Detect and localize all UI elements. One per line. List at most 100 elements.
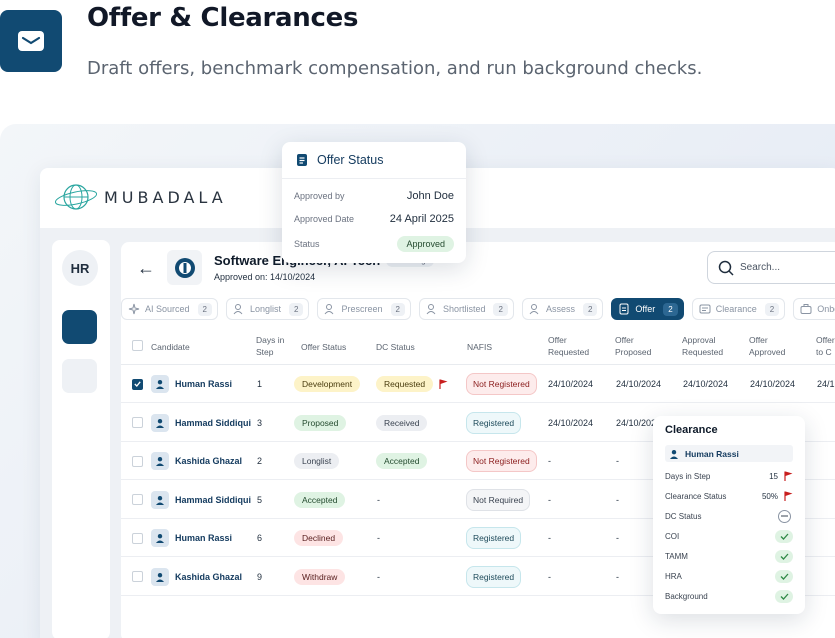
header-candidate: Candidate (151, 342, 190, 352)
offer-status-badge: Declined (294, 530, 344, 546)
row-checkbox[interactable] (132, 571, 143, 582)
pending-icon (778, 509, 791, 523)
company-emblem-icon (174, 257, 195, 278)
status-badge: Approved (397, 236, 454, 252)
date-cell: 24/1 (817, 379, 835, 389)
user-icon (426, 303, 438, 315)
avatar[interactable]: HR (62, 250, 98, 286)
date-cell: - (616, 494, 619, 505)
hero-subtitle: Draft offers, benchmark compensation, an… (87, 58, 703, 79)
days-in-step: 1 (257, 379, 263, 389)
header-offer-status: Offer Status (301, 342, 347, 352)
check-icon (775, 549, 793, 563)
dc-status-badge: Accepted (376, 453, 428, 469)
user-check-icon (233, 303, 245, 315)
table-row[interactable]: Human Rassi 1 Development Requested Not Regi… (121, 365, 835, 403)
tab-longlist[interactable]: Longlist 2 (225, 298, 310, 320)
offer-status-badge: Development (294, 376, 361, 392)
check-icon (775, 589, 793, 603)
hero-title: Offer & Clearances (87, 3, 359, 33)
candidate-name[interactable]: Human Rassi (175, 533, 232, 543)
header-offer-requested: Offer Requested (548, 335, 590, 357)
date-cell: - (616, 533, 619, 543)
candidate-avatar (151, 452, 169, 470)
back-arrow-icon[interactable]: ← (137, 258, 155, 279)
candidate-avatar (151, 529, 169, 547)
days-in-step: 6 (257, 533, 263, 543)
date-cell: - (616, 571, 619, 582)
nafis-badge: Not Required (466, 488, 531, 511)
date-cell: 24/10/2024 (548, 379, 594, 389)
nafis-badge: Not Registered (466, 450, 537, 472)
clearance-coi-row: COI (665, 528, 793, 544)
header-dc-status: DC Status (376, 342, 415, 352)
envelope-icon (18, 31, 44, 51)
row-checkbox[interactable] (132, 378, 143, 390)
briefcase-icon (800, 303, 812, 315)
user-icon (670, 449, 678, 459)
days-in-step: 2 (257, 456, 263, 466)
offer-status-badge: Withdraw (294, 568, 346, 585)
nafis-badge: Registered (466, 411, 522, 434)
date-cell: 24/10/2024 (548, 417, 594, 428)
mail-icon-tile (0, 10, 62, 72)
clearance-dc-row: DC Status (665, 508, 793, 524)
date-cell: - (548, 533, 551, 543)
candidate-name[interactable]: Kashida Ghazal (175, 572, 242, 582)
row-checkbox[interactable] (132, 532, 143, 544)
check-icon (775, 529, 793, 543)
clearance-tamm-row: TAMM (665, 548, 793, 564)
brand-logo[interactable]: MUBADALA (54, 182, 227, 212)
company-logo (167, 250, 202, 285)
nafis-badge: Registered (466, 565, 522, 588)
candidate-name[interactable]: Hammad Siddiqui (175, 495, 251, 505)
candidate-name[interactable]: Human Rassi (175, 379, 232, 389)
select-all-checkbox[interactable] (132, 340, 143, 351)
document-icon (618, 303, 630, 315)
tab-onboarding[interactable]: Onboarding (793, 298, 835, 320)
tab-offer[interactable]: Offer 2 (611, 298, 684, 320)
days-in-step: 9 (257, 571, 263, 582)
dc-status-badge: Requested (376, 376, 434, 392)
date-cell: 24/10/2024 (616, 379, 662, 389)
row-checkbox[interactable] (132, 455, 143, 467)
sparkle-icon (128, 303, 140, 315)
clearance-popup: Clearance Human Rassi Days in Step 15 Cl… (653, 416, 805, 614)
date-cell: 24/10/2024 (750, 379, 796, 389)
candidate-name[interactable]: Kashida Ghazal (175, 456, 242, 466)
clearance-hra-row: HRA (665, 568, 793, 584)
date-cell: 24/10/202 (616, 417, 657, 428)
date-cell: - (616, 456, 619, 466)
tab-count: 2 (582, 302, 598, 316)
tab-prescreen[interactable]: Prescreen 2 (317, 298, 411, 320)
offer-status-popup: Offer Status Approved by John Doe Approv… (282, 142, 466, 263)
offer-status-badge: Longlist (294, 453, 340, 469)
offer-status-badge: Proposed (294, 414, 347, 431)
date-cell: - (548, 494, 551, 505)
dc-status: - (377, 533, 380, 543)
dc-status-badge: Received (376, 414, 428, 431)
header-approval-requested: Approval Requested (682, 335, 724, 357)
search-placeholder: Search... (740, 262, 781, 273)
approved-by-row: Approved by John Doe (294, 190, 454, 202)
tab-ai-sourced[interactable]: AI Sourced 2 (121, 298, 218, 320)
tab-assess[interactable]: Assess 2 (521, 298, 604, 320)
dc-status: - (377, 494, 380, 505)
tab-shortlisted[interactable]: Shortlisted 2 (418, 298, 514, 320)
row-checkbox[interactable] (132, 494, 143, 505)
globe-logo-icon (54, 184, 98, 210)
nafis-badge: Not Registered (466, 373, 537, 395)
tab-clearance[interactable]: Clearance 2 (691, 298, 786, 320)
candidate-name[interactable]: Hammad Siddiqui (175, 418, 251, 428)
row-checkbox[interactable] (132, 417, 143, 428)
approved-by-value: John Doe (406, 190, 454, 202)
job-approved-date: Approved on: 14/10/2024 (214, 272, 316, 282)
stage-tabs: AI Sourced 2 Longlist 2 Prescreen 2 Shortli… (121, 298, 835, 322)
clearance-status-row: Clearance Status 50% (665, 488, 793, 504)
tab-count: 2 (289, 302, 304, 316)
search-input[interactable]: Search... (707, 251, 835, 284)
sidebar-item-active[interactable] (62, 310, 97, 344)
candidate-avatar (151, 490, 169, 509)
candidate-avatar (151, 413, 169, 432)
sidebar-item[interactable] (62, 359, 97, 393)
